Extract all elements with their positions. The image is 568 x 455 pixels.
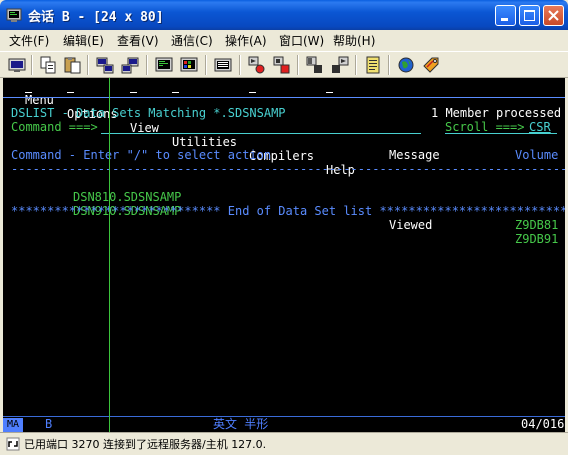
column-header-command: Command - Enter "/" to select action — [11, 148, 272, 162]
globe-icon[interactable] — [396, 55, 416, 75]
scroll-input[interactable]: CSR — [529, 120, 551, 134]
notepad-icon[interactable] — [363, 55, 383, 75]
action-menu[interactable]: Menu — [25, 93, 54, 107]
operator-info-area: MA B 英文 半形 04/016 — [3, 416, 565, 432]
mnemonic-underline — [326, 92, 333, 93]
dataset-name[interactable]: DSN810.SDSNSAMP — [73, 190, 181, 204]
command-label: Command ===> — [11, 120, 98, 134]
status-bar: 已用端口 3270 连接到了远程服务器/主机 127.0. — [0, 432, 568, 455]
toolbar-separator — [388, 55, 390, 75]
panel-status: 1 Member processed — [431, 106, 562, 120]
mnemonic-underline — [172, 92, 179, 93]
crosshair-cursor-tail — [109, 416, 110, 432]
mnemonic-underline — [249, 92, 256, 93]
title-bar[interactable]: 会话 B - [24 x 80] — [0, 0, 568, 30]
toolbar-separator — [87, 55, 89, 75]
scroll-label: Scroll ===> — [445, 120, 525, 134]
menu-file[interactable]: 文件(F) — [9, 32, 49, 49]
scroll-input-underline — [445, 133, 557, 134]
menu-actions[interactable]: 操作(A) — [225, 32, 267, 49]
mnemonic-underline — [25, 92, 32, 93]
session-indicator: B — [45, 417, 53, 431]
crosshair-cursor-vertical — [109, 78, 110, 416]
send-file-icon[interactable] — [95, 55, 115, 75]
toolbar — [0, 51, 568, 78]
play-macro-icon[interactable] — [305, 55, 325, 75]
table-row[interactable]: DSN910.SDSNSAMP Viewed Z9DB91 — [3, 190, 558, 246]
menu-help[interactable]: 帮助(H) — [333, 32, 375, 49]
paste-icon[interactable] — [62, 55, 82, 75]
column-header-volume: Volume — [515, 148, 559, 162]
action-utilities[interactable]: Utilities — [172, 135, 237, 149]
mnemonic-underline — [67, 92, 74, 93]
maximize-button[interactable] — [519, 5, 540, 26]
action-bar: Menu Options View Utilities Compilers He… — [3, 79, 355, 177]
cursor-position: 04/016 — [521, 417, 565, 431]
menu-view[interactable]: 查看(V) — [117, 32, 159, 49]
table-row[interactable]: DSN810.SDSNSAMP Z9DB81 — [3, 176, 558, 232]
panel-title: DSLIST - Data Sets Matching *.SDSNSAMP — [11, 106, 286, 120]
terminal-app-icon — [6, 8, 22, 22]
dataset-volume: Z9DB81 — [515, 218, 559, 232]
print-screen-icon[interactable] — [7, 55, 27, 75]
header-divider: ----------------------------------------… — [11, 162, 565, 176]
dataset-volume: Z9DB91 — [515, 232, 559, 246]
display-setup-icon[interactable] — [154, 55, 174, 75]
terminal-screen[interactable]: Menu Options View Utilities Compilers He… — [3, 78, 565, 416]
input-mode-indicator: 英文 半形 — [213, 417, 269, 431]
color-map-icon[interactable] — [179, 55, 199, 75]
command-input-underline — [101, 133, 421, 134]
keyboard-map-icon[interactable] — [213, 55, 233, 75]
connection-icon — [6, 437, 20, 451]
menu-communication[interactable]: 通信(C) — [171, 32, 213, 49]
minimize-icon — [501, 18, 508, 21]
receive-file-icon[interactable] — [120, 55, 140, 75]
record-macro-icon[interactable] — [247, 55, 267, 75]
copy-icon[interactable] — [38, 55, 58, 75]
macro-list-icon[interactable] — [330, 55, 350, 75]
mnemonic-underline — [130, 92, 137, 93]
column-header-message: Message — [389, 148, 440, 162]
toolbar-separator — [146, 55, 148, 75]
tag-icon[interactable] — [421, 55, 441, 75]
stop-macro-icon[interactable] — [272, 55, 292, 75]
toolbar-separator — [205, 55, 207, 75]
command-input[interactable] — [101, 120, 421, 134]
menu-edit[interactable]: 编辑(E) — [63, 32, 104, 49]
close-icon — [548, 10, 559, 21]
end-of-list-marker: ***************************** End of Dat… — [11, 204, 565, 218]
menu-window[interactable]: 窗口(W) — [279, 32, 324, 49]
toolbar-separator — [297, 55, 299, 75]
action-bar-divider — [3, 97, 565, 98]
ma-indicator: MA — [3, 418, 23, 432]
maximize-icon — [524, 10, 535, 21]
toolbar-separator — [239, 55, 241, 75]
toolbar-separator — [355, 55, 357, 75]
menu-bar: 文件(F) 编辑(E) 查看(V) 通信(C) 操作(A) 窗口(W) 帮助(H… — [0, 30, 568, 50]
toolbar-separator — [31, 55, 33, 75]
dataset-message: Viewed — [389, 218, 433, 232]
minimize-button[interactable] — [495, 5, 516, 26]
close-button[interactable] — [543, 5, 564, 26]
window-title: 会话 B - [24 x 80] — [28, 10, 164, 25]
status-text: 已用端口 3270 连接到了远程服务器/主机 127.0. — [24, 438, 267, 451]
